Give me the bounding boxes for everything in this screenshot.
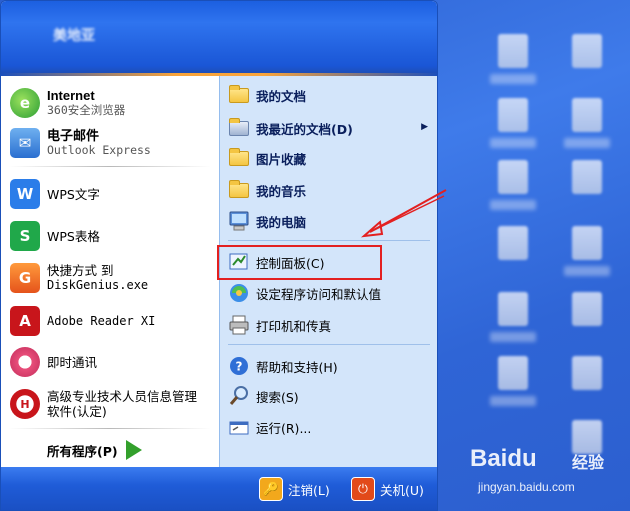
- wps-writer-icon: W: [10, 179, 40, 209]
- menu-item-internet[interactable]: e Internet 360安全浏览器: [1, 84, 125, 122]
- highlight-box: [217, 245, 382, 280]
- separator: [9, 428, 211, 429]
- menu-item-printers[interactable]: 打印机和传真: [220, 312, 437, 338]
- watermark-jingyan: 经验: [572, 453, 605, 472]
- watermark-url: jingyan.baidu.com: [478, 480, 575, 494]
- menu-item-search[interactable]: 搜索(S): [220, 383, 437, 409]
- menu-item-title: WPS表格: [47, 228, 100, 244]
- all-programs-button[interactable]: 所有程序(P): [1, 433, 219, 467]
- menu-item-label: 搜索(S): [256, 389, 299, 405]
- desktop-file-icon[interactable]: [572, 356, 602, 390]
- menu-item-instant-message[interactable]: 即时通讯: [1, 344, 97, 380]
- arrow-right-icon: [125, 440, 142, 460]
- watermark: Baidu 经验 jingyan.baidu.com: [470, 445, 630, 505]
- menu-item-my-documents[interactable]: 我的文档: [220, 82, 437, 108]
- desktop-icon-label: [490, 200, 536, 210]
- menu-item-diskgenius[interactable]: G 快捷方式 到 DiskGenius.exe: [1, 260, 148, 296]
- all-programs-label: 所有程序(P): [47, 443, 118, 459]
- adobe-reader-icon: A: [10, 306, 40, 336]
- menu-item-label: 我的音乐: [256, 183, 307, 199]
- menu-item-label: 打印机和传真: [256, 318, 332, 334]
- menu-item-title: 电子邮件: [47, 128, 100, 143]
- start-menu-header: 美地亚: [1, 1, 437, 73]
- separator: [9, 166, 211, 167]
- menu-item-label: 我的电脑: [256, 214, 307, 230]
- recent-docs-icon: [228, 117, 250, 139]
- help-icon: ?: [228, 355, 250, 377]
- desktop-icon-label: [490, 396, 536, 406]
- menu-item-hr-software[interactable]: H 高级专业技术人员信息管理 软件(认定): [1, 384, 197, 424]
- start-menu-footer: 🔑 注销(L) ⏻ 关机(U): [1, 467, 437, 510]
- desktop-icon-label: [490, 74, 536, 84]
- folder-icon: [228, 84, 250, 106]
- menu-item-label: 设定程序访问和默认值: [256, 286, 382, 302]
- search-icon: [228, 385, 250, 407]
- printer-icon: [228, 314, 250, 336]
- menu-item-title: Adobe Reader XI: [47, 313, 156, 328]
- menu-item-adobe-reader[interactable]: A Adobe Reader XI: [1, 304, 155, 338]
- menu-item-title: WPS文字: [47, 186, 100, 202]
- email-icon: ✉: [10, 128, 40, 158]
- desktop-file-icon[interactable]: [498, 292, 528, 326]
- desktop-file-icon[interactable]: [498, 160, 528, 194]
- menu-item-run[interactable]: 运行(R)...: [220, 414, 437, 440]
- svg-text:?: ?: [236, 360, 243, 374]
- desktop-icon-label: [564, 266, 610, 276]
- folder-icon: [228, 147, 250, 169]
- menu-item-recent-documents[interactable]: 我最近的文档(D) ▶: [220, 115, 437, 141]
- desktop-file-icon[interactable]: [498, 98, 528, 132]
- desktop-file-icon[interactable]: [498, 34, 528, 68]
- desktop-file-icon[interactable]: [572, 98, 602, 132]
- menu-item-subtitle: 软件(认定): [47, 404, 107, 419]
- menu-item-subtitle: DiskGenius.exe: [47, 278, 149, 292]
- wps-spreadsheet-icon: S: [10, 221, 40, 251]
- menu-item-label: 我的文档: [256, 88, 307, 104]
- shutdown-label: 关机(U): [380, 482, 424, 498]
- desktop-file-icon[interactable]: [572, 226, 602, 260]
- user-name: 美地亚: [53, 28, 95, 44]
- menu-item-wps-spreadsheet[interactable]: S WPS表格: [1, 218, 100, 254]
- menu-item-label: 帮助和支持(H): [256, 359, 338, 375]
- annotation-arrow: [360, 189, 447, 238]
- desktop-file-icon[interactable]: [572, 160, 602, 194]
- menu-item-title: 快捷方式 到: [47, 263, 114, 278]
- desktop-icon-label: [490, 332, 536, 342]
- menu-item-subtitle: Outlook Express: [47, 143, 151, 157]
- desktop-file-icon[interactable]: [498, 226, 528, 260]
- menu-item-label: 图片收藏: [256, 151, 307, 167]
- run-icon: [228, 416, 250, 438]
- power-icon: ⏻: [351, 477, 375, 501]
- desktop-file-icon[interactable]: [498, 356, 528, 390]
- menu-item-title: Internet: [47, 88, 95, 103]
- program-defaults-icon: [228, 282, 250, 304]
- menu-item-help[interactable]: ? 帮助和支持(H): [220, 353, 437, 379]
- submenu-arrow-icon: ▶: [421, 122, 428, 132]
- menu-item-my-pictures[interactable]: 图片收藏: [220, 145, 437, 171]
- diskgenius-icon: G: [10, 263, 40, 293]
- desktop-file-icon[interactable]: [572, 292, 602, 326]
- logoff-button[interactable]: 🔑 注销(L): [259, 477, 330, 501]
- hr-software-icon: H: [10, 389, 40, 419]
- menu-item-label: 我最近的文档(D): [256, 121, 353, 137]
- menu-item-title: 即时通讯: [47, 354, 98, 370]
- pinned-programs-pane: e Internet 360安全浏览器 ✉ 电子邮件 Outlook Expre…: [1, 76, 219, 469]
- menu-item-wps-writer[interactable]: W WPS文字: [1, 176, 100, 212]
- watermark-logo: Baidu: [470, 445, 537, 472]
- folder-icon: [228, 179, 250, 201]
- browser-icon: e: [10, 88, 40, 118]
- menu-item-label: 运行(R)...: [256, 420, 312, 436]
- logoff-label: 注销(L): [288, 482, 330, 498]
- desktop-icon-label: [564, 138, 610, 148]
- key-icon: 🔑: [259, 477, 283, 501]
- my-computer-icon: [228, 210, 250, 232]
- menu-item-email[interactable]: ✉ 电子邮件 Outlook Express: [1, 124, 151, 162]
- separator: [228, 344, 430, 345]
- instant-message-icon: [10, 347, 40, 377]
- desktop-file-icon[interactable]: [572, 34, 602, 68]
- menu-item-program-defaults[interactable]: 设定程序访问和默认值: [220, 280, 437, 306]
- menu-item-title: 高级专业技术人员信息管理: [47, 389, 198, 404]
- shutdown-button[interactable]: ⏻ 关机(U): [351, 477, 424, 501]
- desktop-icon-label: [490, 138, 536, 148]
- menu-item-subtitle: 360安全浏览器: [47, 103, 126, 117]
